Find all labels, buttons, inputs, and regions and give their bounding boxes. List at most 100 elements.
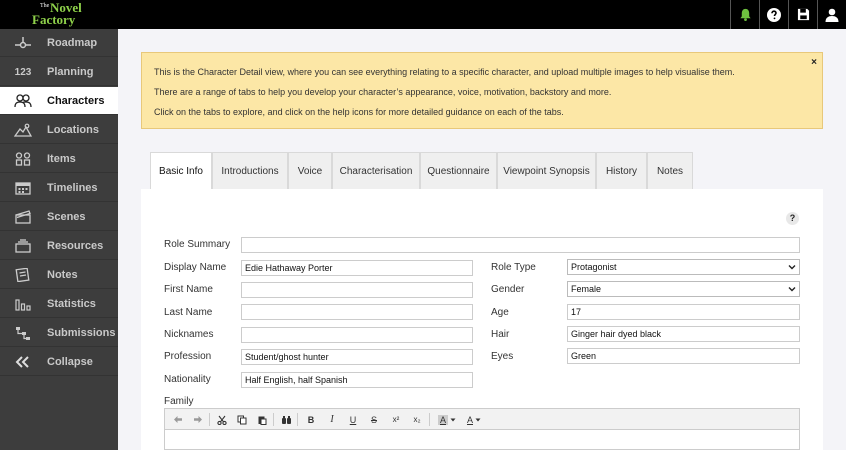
nationality-label: Nationality <box>164 374 211 385</box>
role-type-select[interactable]: Protagonist <box>567 259 800 275</box>
save-button[interactable] <box>788 0 817 29</box>
gender-label: Gender <box>491 284 525 295</box>
sidebar-item-resources[interactable]: Resources <box>0 232 118 260</box>
gender-select[interactable]: Female <box>567 281 800 297</box>
sidebar-item-label: Locations <box>47 124 99 136</box>
strikethrough-button[interactable]: S <box>367 412 381 427</box>
help-button[interactable] <box>759 0 788 29</box>
help-icon[interactable]: ? <box>786 212 799 225</box>
chevron-down-icon <box>788 287 796 292</box>
tab-voice[interactable]: Voice <box>288 152 332 189</box>
sidebar-item-locations[interactable]: Locations <box>0 116 118 144</box>
last-name-label: Last Name <box>164 307 213 318</box>
alert-line-3: Click on the tabs to explore, and click … <box>154 107 564 117</box>
toolbar-separator <box>273 413 274 426</box>
role-summary-input[interactable] <box>241 237 800 253</box>
role-type-value: Protagonist <box>571 262 617 272</box>
save-icon <box>797 8 809 21</box>
tab-notes[interactable]: Notes <box>647 152 693 189</box>
sidebar-item-items[interactable]: Items <box>0 145 118 173</box>
superscript-button[interactable]: x² <box>388 412 404 427</box>
tab-viewpoint-synopsis[interactable]: Viewpoint Synopsis <box>497 152 596 189</box>
sidebar-item-roadmap[interactable]: Roadmap <box>0 29 118 57</box>
sidebar-item-submissions[interactable]: Submissions <box>0 319 118 347</box>
tab-characterisation[interactable]: Characterisation <box>332 152 420 189</box>
statistics-icon <box>14 296 32 312</box>
sidebar-item-characters[interactable]: Characters <box>0 87 118 115</box>
sidebar-item-label: Scenes <box>47 211 86 223</box>
calendar-icon <box>14 180 32 196</box>
tab-history[interactable]: History <box>596 152 647 189</box>
sidebar-item-label: Timelines <box>47 182 98 194</box>
logo-factory: Factory <box>32 12 76 27</box>
user-button[interactable] <box>817 0 846 29</box>
profession-label: Profession <box>164 351 212 362</box>
text-color-label: A <box>466 414 473 425</box>
cut-icon[interactable] <box>215 412 229 427</box>
first-name-input[interactable] <box>241 282 473 298</box>
eyes-input[interactable]: Green <box>567 348 800 364</box>
hair-label: Hair <box>491 329 510 340</box>
close-icon[interactable]: × <box>811 57 817 68</box>
display-name-input[interactable]: Edie Hathaway Porter <box>241 260 473 276</box>
notifications-button[interactable] <box>730 0 759 29</box>
family-editor[interactable]: B I U S x² x₂ A A <box>164 408 800 450</box>
sidebar-item-label: Statistics <box>47 298 96 310</box>
novel-factory-logo[interactable]: The Novel Factory <box>28 0 90 29</box>
bold-button[interactable]: B <box>304 412 318 427</box>
characters-icon <box>14 93 32 109</box>
info-alert: This is the Character Detail view, where… <box>141 52 823 129</box>
eyes-label: Eyes <box>491 351 514 362</box>
sidebar-item-statistics[interactable]: Statistics <box>0 290 118 318</box>
nationality-input[interactable]: Half English, half Spanish <box>241 372 473 388</box>
sidebar-item-notes[interactable]: Notes <box>0 261 118 289</box>
sidebar-item-timelines[interactable]: Timelines <box>0 174 118 202</box>
first-name-label: First Name <box>164 284 213 295</box>
hair-input[interactable]: Ginger hair dyed black <box>567 326 800 342</box>
sidebar-item-scenes[interactable]: Scenes <box>0 203 118 231</box>
family-label: Family <box>164 396 194 407</box>
undo-icon[interactable] <box>171 412 185 427</box>
scenes-icon <box>14 209 32 225</box>
chevron-down-icon <box>450 418 456 421</box>
copy-icon[interactable] <box>235 412 249 427</box>
last-name-input[interactable] <box>241 304 473 320</box>
sidebar-item-planning[interactable]: 123 Planning <box>0 58 118 86</box>
subscript-button[interactable]: x₂ <box>409 412 425 427</box>
sidebar-item-label: Characters <box>47 95 105 107</box>
toolbar-separator <box>297 413 298 426</box>
help-icon <box>767 7 781 22</box>
submissions-icon <box>14 325 32 341</box>
role-summary-label: Role Summary <box>164 239 231 250</box>
logo-the: The <box>40 3 50 9</box>
sidebar-item-collapse[interactable]: Collapse <box>0 348 118 376</box>
nicknames-input[interactable] <box>241 327 473 343</box>
gender-value: Female <box>571 284 602 294</box>
tab-basic-info[interactable]: Basic Info <box>150 152 212 190</box>
sidebar-item-label: Planning <box>47 66 94 78</box>
profession-input[interactable]: Student/ghost hunter <box>241 349 473 365</box>
find-icon[interactable] <box>279 412 293 427</box>
sidebar-item-label: Collapse <box>47 356 93 368</box>
sidebar-item-label: Resources <box>47 240 104 252</box>
chevron-down-icon <box>475 418 481 421</box>
redo-icon[interactable] <box>191 412 205 427</box>
underline-button[interactable]: U <box>346 412 360 427</box>
role-type-label: Role Type <box>491 262 536 273</box>
age-label: Age <box>491 307 509 318</box>
tab-introductions[interactable]: Introductions <box>212 152 288 189</box>
age-input[interactable]: 17 <box>567 304 800 320</box>
alert-line-2: There are a range of tabs to help you de… <box>154 87 612 97</box>
tab-questionnaire[interactable]: Questionnaire <box>420 152 497 189</box>
paste-icon[interactable] <box>255 412 269 427</box>
roadmap-icon <box>14 35 32 51</box>
editor-toolbar: B I U S x² x₂ A A <box>165 409 799 430</box>
background-color-button[interactable]: A <box>435 412 459 427</box>
background-color-label: A <box>437 414 448 425</box>
italic-button[interactable]: I <box>325 412 339 427</box>
sidebar-item-label: Submissions <box>47 327 116 339</box>
planning-icon: 123 <box>14 66 32 78</box>
notes-icon <box>14 267 32 283</box>
sidebar-item-label: Notes <box>47 269 78 281</box>
text-color-button[interactable]: A <box>463 412 485 427</box>
